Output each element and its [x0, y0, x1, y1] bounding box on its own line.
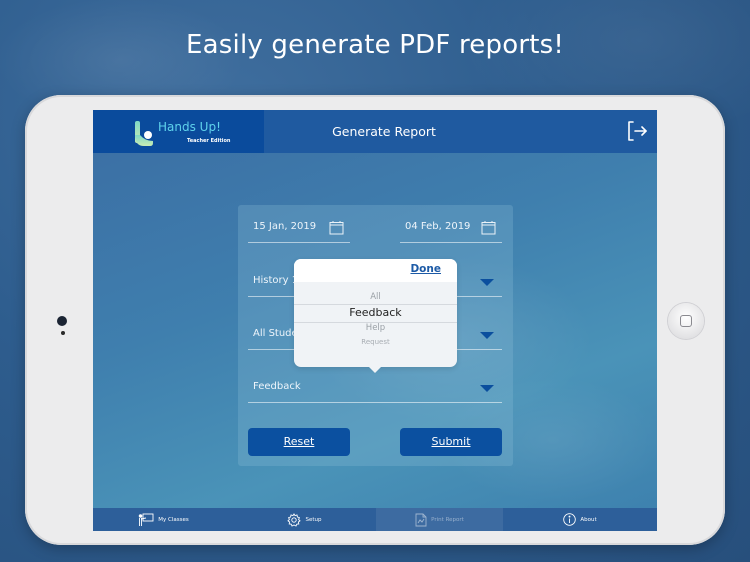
tab-bar: My Classes Setup Print Report About	[93, 508, 657, 531]
tab-label: About	[580, 516, 597, 523]
class-select-value: History 1	[253, 275, 299, 286]
end-date-field[interactable]: 04 Feb, 2019	[400, 213, 502, 243]
report-document-icon	[415, 513, 427, 526]
hands-up-logo-icon	[135, 121, 153, 146]
sensor	[61, 331, 65, 335]
done-button[interactable]: Done	[410, 263, 441, 275]
type-picker-popover: Done All Feedback Help Request	[294, 259, 457, 367]
picker-header: Done	[294, 259, 457, 282]
popover-arrow	[369, 367, 381, 373]
top-bar: Hands Up! Teacher Edition Generate Repor…	[93, 110, 657, 153]
tab-about[interactable]: About	[503, 508, 657, 531]
tab-label: Setup	[305, 516, 322, 523]
type-select-value: Feedback	[253, 381, 301, 392]
dropdown-caret-icon[interactable]	[480, 385, 494, 392]
start-date-field[interactable]: 15 Jan, 2019	[248, 213, 350, 243]
promo-headline: Easily generate PDF reports!	[186, 30, 564, 60]
brand-name: Hands Up!	[158, 120, 221, 134]
brand-area: Hands Up! Teacher Edition	[93, 110, 264, 153]
submit-button[interactable]: Submit	[400, 428, 502, 456]
tab-my-classes[interactable]: My Classes	[93, 508, 234, 531]
home-button[interactable]	[668, 303, 704, 339]
app-screen: Hands Up! Teacher Edition Generate Repor…	[93, 110, 657, 531]
picker-selection-line	[294, 304, 457, 305]
home-square-icon	[680, 315, 692, 327]
front-camera	[57, 316, 67, 326]
dropdown-caret-icon[interactable]	[480, 332, 494, 339]
logout-icon[interactable]	[625, 119, 649, 143]
calendar-icon[interactable]	[481, 220, 496, 235]
info-icon	[563, 513, 577, 526]
dropdown-caret-icon[interactable]	[480, 279, 494, 286]
page-title: Generate Report	[332, 124, 436, 139]
tab-print-report[interactable]: Print Report	[376, 508, 503, 531]
teacher-board-icon	[139, 513, 154, 526]
tab-setup[interactable]: Setup	[234, 508, 375, 531]
picker-option-all[interactable]: All	[294, 292, 457, 302]
picker-option-feedback[interactable]: Feedback	[294, 306, 457, 319]
picker-option-help[interactable]: Help	[294, 323, 457, 333]
type-select[interactable]: Feedback	[248, 373, 502, 403]
picker-option-request[interactable]: Request	[294, 338, 457, 346]
tab-label: Print Report	[431, 516, 464, 523]
gear-icon	[287, 512, 302, 527]
tab-label: My Classes	[158, 516, 189, 523]
start-date-value: 15 Jan, 2019	[253, 221, 317, 232]
brand-subtitle: Teacher Edition	[187, 138, 231, 144]
reset-button[interactable]: Reset	[248, 428, 350, 456]
calendar-icon[interactable]	[329, 220, 344, 235]
end-date-value: 04 Feb, 2019	[405, 221, 471, 232]
